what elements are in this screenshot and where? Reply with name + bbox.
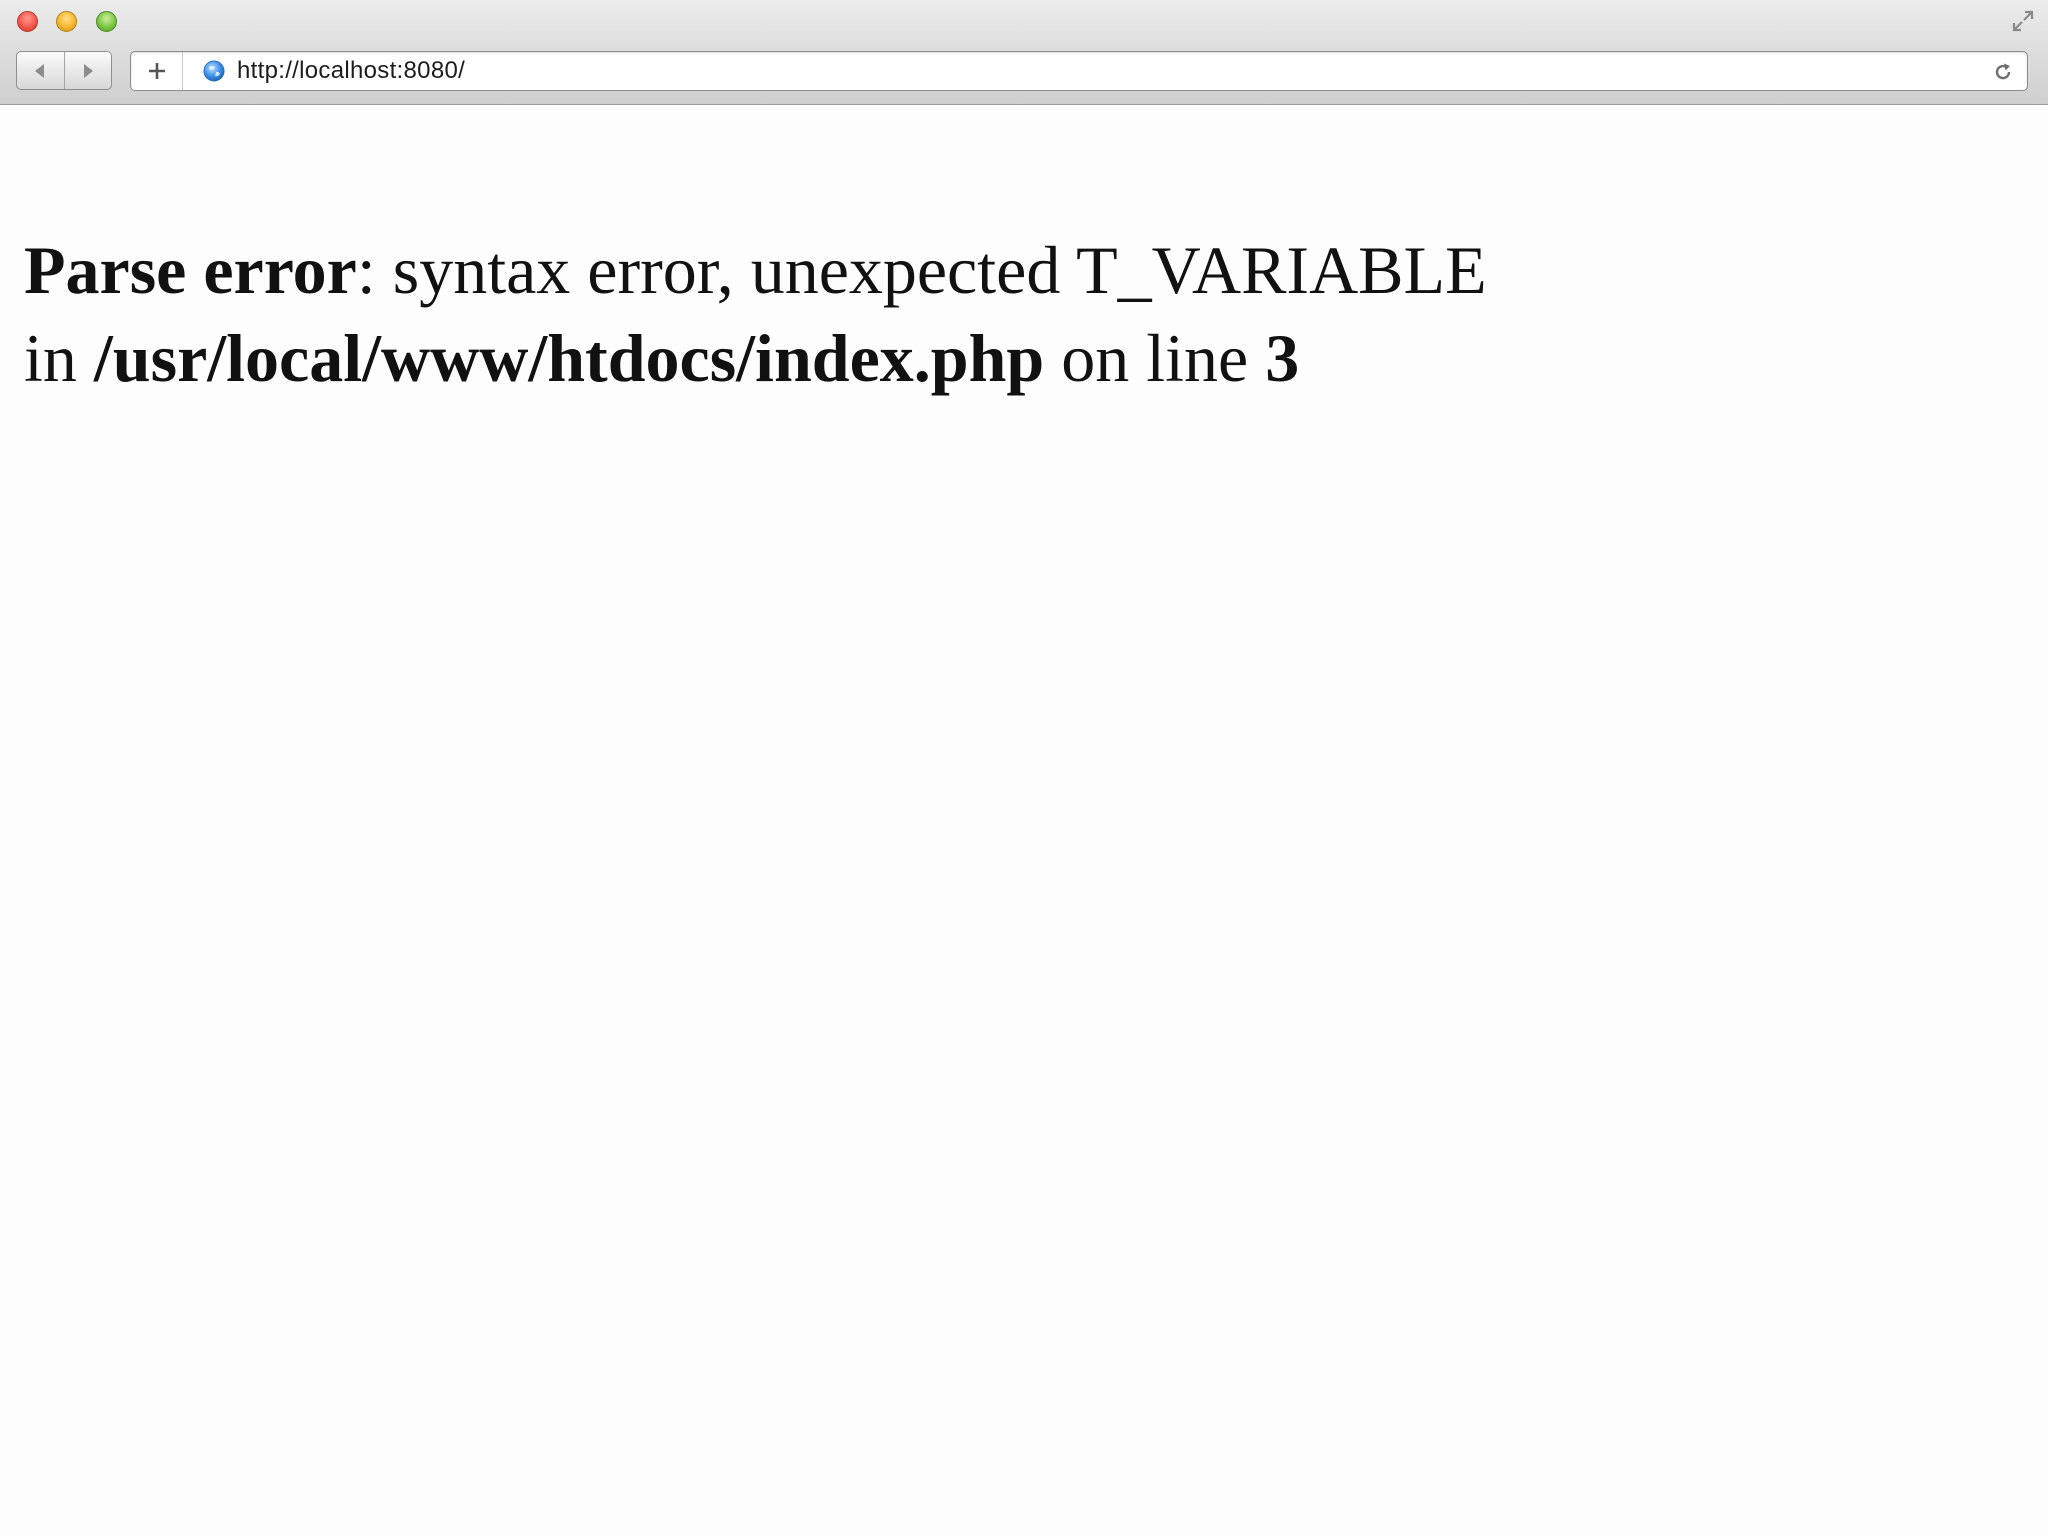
globe-icon — [203, 60, 225, 82]
browser-window: http://localhost:8080/ Parse error: synt… — [0, 0, 2048, 1536]
zoom-window-button[interactable] — [96, 11, 117, 32]
add-icon — [148, 63, 165, 79]
back-icon — [35, 63, 45, 78]
fullscreen-icon[interactable] — [2010, 8, 2036, 34]
error-in-text: in — [24, 320, 94, 396]
close-window-button[interactable] — [17, 11, 38, 32]
back-button[interactable] — [17, 52, 64, 89]
navigation-buttons — [16, 51, 112, 90]
add-bookmark-button[interactable] — [131, 52, 183, 90]
url-text[interactable]: http://localhost:8080/ — [237, 52, 465, 90]
page-content: Parse error: syntax error, unexpected T_… — [0, 106, 2048, 1536]
forward-button[interactable] — [63, 52, 112, 89]
forward-icon — [83, 63, 93, 78]
minimize-window-button[interactable] — [56, 11, 77, 32]
error-heading: Parse error — [24, 232, 357, 308]
browser-toolbar: http://localhost:8080/ — [0, 0, 2048, 105]
error-line-number: 3 — [1265, 320, 1300, 396]
php-error-message: Parse error: syntax error, unexpected T_… — [24, 226, 2004, 402]
error-line-text: on line — [1044, 320, 1266, 396]
error-message: : syntax error, unexpected T_VARIABLE — [356, 232, 1487, 308]
reload-icon[interactable] — [1991, 60, 2015, 84]
error-file-path: /usr/local/www/htdocs/index.php — [93, 320, 1045, 396]
address-bar[interactable]: http://localhost:8080/ — [130, 51, 2028, 91]
